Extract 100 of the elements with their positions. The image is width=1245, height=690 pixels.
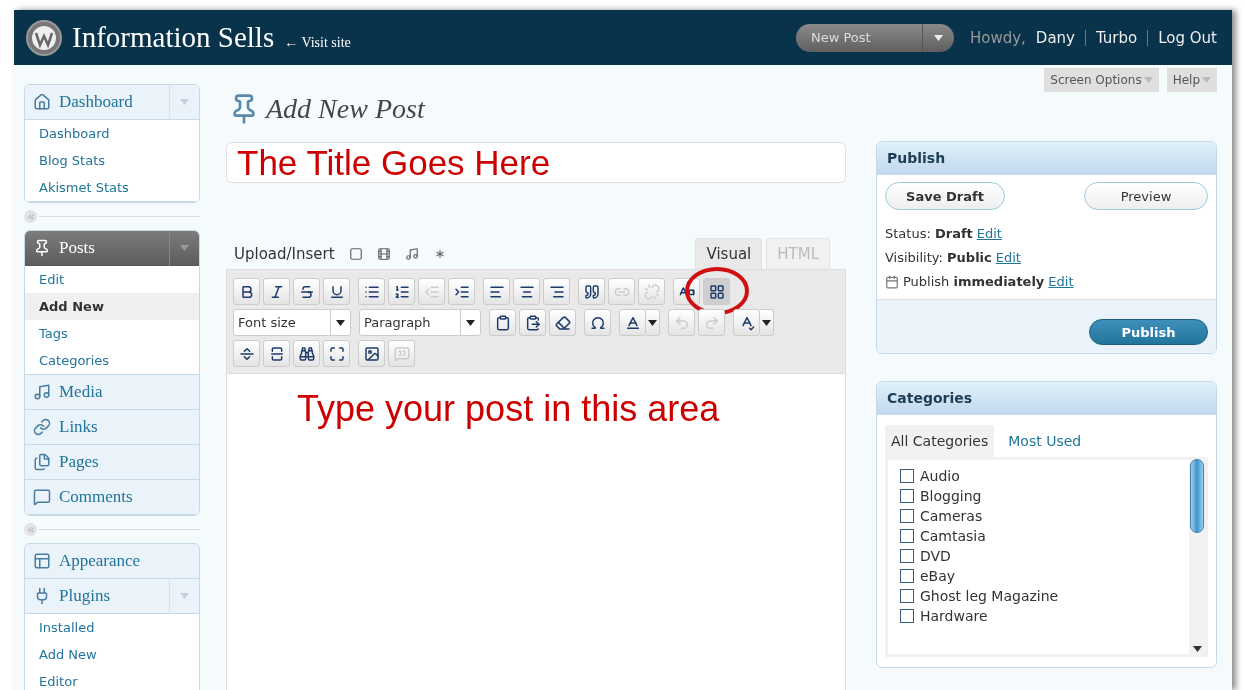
toolbar-button[interactable] (584, 309, 611, 336)
menu-heading[interactable]: Appearance (25, 544, 199, 579)
category-label: DVD (920, 548, 951, 564)
toolbar-button[interactable] (233, 340, 260, 367)
title-field[interactable]: The Title Goes Here (226, 142, 846, 183)
upload-label: Upload/Insert (234, 245, 335, 263)
edit-link[interactable]: Edit (976, 226, 1002, 241)
save-draft-button[interactable]: Save Draft (885, 182, 1005, 210)
redo-icon (703, 314, 720, 331)
visit-site-link[interactable]: ← Visit site (284, 34, 351, 51)
category-label: eBay (920, 568, 956, 584)
panel-title: Publish (877, 142, 1216, 175)
editor-tab[interactable]: Visual (695, 238, 763, 269)
page-title: Add New Post (266, 93, 425, 125)
toolbar-button[interactable] (703, 278, 730, 305)
status-text: Visibility: Public (885, 250, 992, 265)
preview-button[interactable]: Preview (1084, 182, 1208, 210)
panel-title: Categories (877, 382, 1216, 415)
undo-icon (673, 314, 690, 331)
caret-icon (180, 245, 189, 251)
quote-icon (583, 283, 600, 300)
grid-icon (708, 283, 725, 300)
speech-bubble-icon (33, 488, 51, 506)
binoculars-icon (298, 345, 315, 362)
toolbar-button[interactable] (263, 278, 290, 305)
header-link[interactable]: Turbo (1095, 28, 1138, 47)
logo-icon (26, 19, 62, 56)
menu-heading[interactable]: Plugins (25, 579, 199, 614)
category-label: Blogging (920, 488, 982, 504)
dropdown-toggle[interactable] (760, 309, 774, 336)
toolbar-button[interactable] (578, 278, 605, 305)
eraser-icon (554, 314, 571, 331)
toolbar-button[interactable] (358, 340, 385, 367)
toolbar-button[interactable] (323, 340, 350, 367)
category-tab[interactable]: All Categories (885, 425, 995, 457)
menu-heading[interactable]: Posts (25, 231, 199, 266)
toolbar-button[interactable] (358, 278, 385, 305)
caret-icon (933, 34, 943, 41)
scroll-down-icon (1192, 646, 1202, 652)
window-layout-icon (33, 552, 51, 570)
toolbar-button[interactable] (733, 309, 760, 336)
audio-upload-icon[interactable] (404, 247, 419, 261)
highlight-circle (684, 266, 750, 316)
quote-bubble-icon (393, 345, 410, 362)
scrollbar-thumb[interactable] (1190, 459, 1204, 533)
toolbar-button[interactable] (233, 278, 260, 305)
format-select[interactable]: Paragraph (359, 309, 481, 336)
checkbox[interactable] (900, 549, 914, 563)
favorites-dropdown[interactable]: New Post (795, 23, 954, 52)
checkbox[interactable] (900, 609, 914, 623)
checkbox[interactable] (900, 569, 914, 583)
toolbar-button[interactable] (489, 309, 516, 336)
publish-button[interactable]: Publish (1089, 319, 1208, 345)
toolbar-button[interactable] (483, 278, 510, 305)
house-icon (33, 93, 51, 111)
toolbar-button[interactable] (619, 309, 646, 336)
numbered-list-icon (393, 283, 410, 300)
status-text: Publish immediately (903, 274, 1045, 289)
underline-icon (328, 283, 345, 300)
edit-link[interactable]: Edit (1048, 274, 1074, 289)
caret-icon (466, 319, 475, 326)
video-upload-icon[interactable] (376, 247, 391, 261)
caret-icon (180, 593, 189, 599)
toolbar-button[interactable] (549, 309, 576, 336)
strikethrough-icon (298, 283, 315, 300)
toolbar-button[interactable] (519, 309, 546, 336)
format-select[interactable]: Font size (233, 309, 351, 336)
toolbar-button[interactable] (323, 278, 350, 305)
caret-icon (180, 99, 189, 105)
category-label: Camtasia (920, 528, 986, 544)
meta-tab[interactable]: Help (1166, 68, 1217, 92)
toolbar-button[interactable] (513, 278, 540, 305)
meta-tab[interactable]: Screen Options (1044, 68, 1159, 92)
category-label: Hardware (920, 608, 988, 624)
toolbar-button[interactable] (388, 278, 415, 305)
checkbox[interactable] (900, 469, 914, 483)
checkbox[interactable] (900, 529, 914, 543)
checkbox[interactable] (900, 589, 914, 603)
category-label: Audio (920, 468, 960, 484)
edit-link[interactable]: Edit (995, 250, 1021, 265)
music-note-icon (33, 383, 51, 401)
category-tab[interactable]: Most Used (1002, 425, 1088, 457)
more-break-icon (268, 345, 285, 362)
checkbox[interactable] (900, 489, 914, 503)
header-link[interactable]: Log Out (1158, 28, 1217, 47)
site-title: Information Sells (72, 21, 275, 54)
fullscreen-icon (328, 345, 345, 362)
image-icon (363, 345, 380, 362)
menu-heading[interactable]: Dashboard (25, 85, 199, 120)
toolbar-button[interactable] (543, 278, 570, 305)
toolbar-button[interactable] (293, 340, 320, 367)
toolbar-button[interactable] (263, 340, 290, 367)
category-label: Cameras (920, 508, 983, 524)
dropdown-toggle[interactable] (646, 309, 660, 336)
toolbar-button[interactable] (448, 278, 475, 305)
submenu-item[interactable]: Add New (25, 293, 199, 320)
toolbar-button[interactable] (293, 278, 320, 305)
user-link[interactable]: Dany (1035, 28, 1075, 47)
paste-text-icon (494, 314, 511, 331)
checkbox[interactable] (900, 509, 914, 523)
